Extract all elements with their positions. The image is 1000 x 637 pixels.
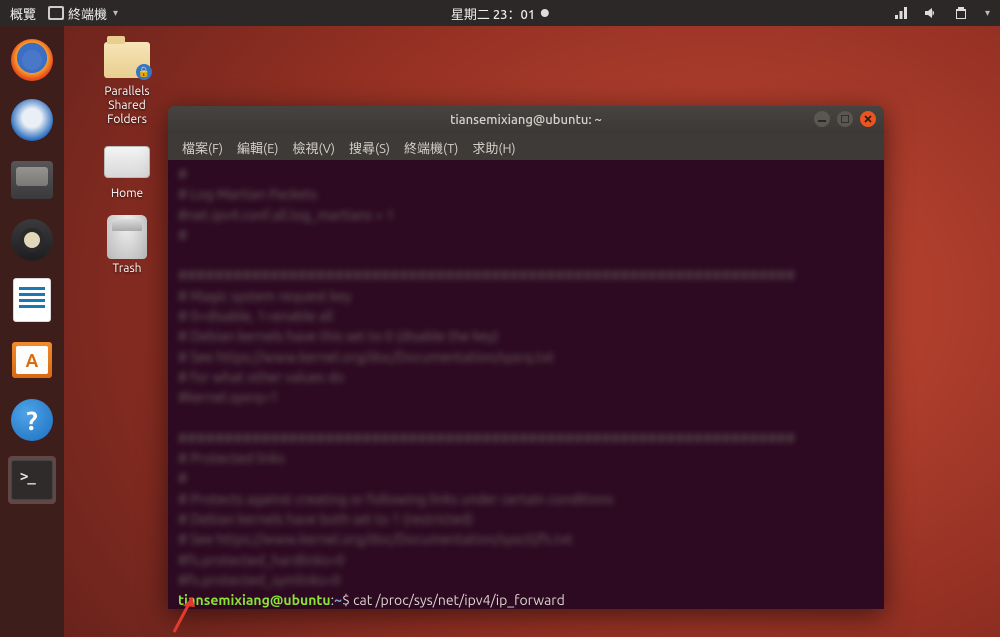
- window-title: tiansemixiang@ubuntu: ~: [450, 113, 602, 127]
- prompt-user: tiansemixiang: [178, 592, 270, 608]
- chevron-down-icon: ▾: [113, 7, 118, 19]
- menu-help[interactable]: 求助(H): [466, 135, 521, 160]
- activities-overview[interactable]: 概覽: [10, 4, 36, 23]
- menu-file[interactable]: 檔案(F): [176, 135, 229, 160]
- firefox-icon: [11, 39, 53, 81]
- prompt-path: ~: [334, 592, 342, 608]
- files-launcher[interactable]: [8, 156, 56, 204]
- trash-icon: [107, 215, 147, 259]
- menu-edit[interactable]: 編輯(E): [231, 135, 284, 160]
- desktop-icons: 🔒 ParallelsSharedFolders Home Trash: [84, 38, 170, 276]
- dock: ?: [0, 26, 64, 637]
- desktop-icon-label: Home: [111, 187, 143, 201]
- app-menu[interactable]: 終端機 ▾: [48, 4, 118, 23]
- files-icon: [11, 161, 53, 199]
- clock-label[interactable]: 星期二 23：01: [451, 4, 535, 23]
- terminal-body[interactable]: ## Log Martian Packets#net.ipv4.conf.all…: [168, 160, 884, 609]
- close-button[interactable]: [860, 111, 876, 127]
- minimize-button[interactable]: [814, 111, 830, 127]
- firefox-launcher[interactable]: [8, 36, 56, 84]
- network-icon: [893, 5, 909, 21]
- menubar: 檔案(F) 編輯(E) 檢視(V) 搜尋(S) 終端機(T) 求助(H): [168, 134, 884, 160]
- terminal-window: tiansemixiang@ubuntu: ~ 檔案(F) 編輯(E) 檢視(V…: [168, 106, 884, 609]
- desktop-icon-label: ParallelsSharedFolders: [104, 85, 149, 126]
- writer-launcher[interactable]: [8, 276, 56, 324]
- software-launcher[interactable]: [8, 336, 56, 384]
- thunderbird-icon: [11, 99, 53, 141]
- notification-dot-icon: [541, 9, 549, 17]
- prompt-host: ubuntu: [283, 592, 330, 608]
- terminal-launcher[interactable]: [8, 456, 56, 504]
- folder-icon: 🔒: [104, 42, 150, 78]
- volume-icon: [923, 5, 939, 21]
- command-text: cat /proc/sys/net/ipv4/ip_forward: [353, 592, 565, 608]
- writer-icon: [13, 278, 51, 322]
- top-panel: 概覽 終端機 ▾ 星期二 23：01 ▾: [0, 0, 1000, 26]
- app-menu-label: 終端機: [68, 4, 107, 23]
- window-titlebar[interactable]: tiansemixiang@ubuntu: ~: [168, 106, 884, 134]
- maximize-button[interactable]: [837, 111, 853, 127]
- menu-view[interactable]: 檢視(V): [287, 135, 341, 160]
- power-chevron-icon: ▾: [985, 7, 990, 19]
- terminal-app-indicator-icon: [48, 6, 64, 20]
- desktop-icon-label: Trash: [112, 262, 141, 276]
- desktop-icon-trash[interactable]: Trash: [84, 215, 170, 276]
- rhythmbox-icon: [11, 219, 53, 261]
- menu-search[interactable]: 搜尋(S): [343, 135, 396, 160]
- software-icon: [12, 342, 52, 378]
- battery-icon: [953, 5, 969, 21]
- menu-terminal[interactable]: 終端機(T): [398, 135, 464, 160]
- desktop-icon-parallels-shared-folders[interactable]: 🔒 ParallelsSharedFolders: [84, 38, 170, 126]
- terminal-line: tiansemixiang@ubuntu:~$ cat /proc/sys/ne…: [178, 590, 874, 609]
- prompt-symbol: $: [342, 592, 350, 608]
- desktop-icon-home[interactable]: Home: [84, 140, 170, 201]
- system-status-area[interactable]: ▾: [893, 5, 990, 21]
- rhythmbox-launcher[interactable]: [8, 216, 56, 264]
- terminal-dock-icon: [11, 460, 53, 500]
- lock-badge-icon: 🔒: [136, 64, 152, 80]
- help-launcher[interactable]: ?: [8, 396, 56, 444]
- thunderbird-launcher[interactable]: [8, 96, 56, 144]
- help-icon: ?: [11, 399, 53, 441]
- terminal-scrollback-blurred: ## Log Martian Packets#net.ipv4.conf.all…: [178, 164, 874, 590]
- drive-icon: [104, 146, 150, 178]
